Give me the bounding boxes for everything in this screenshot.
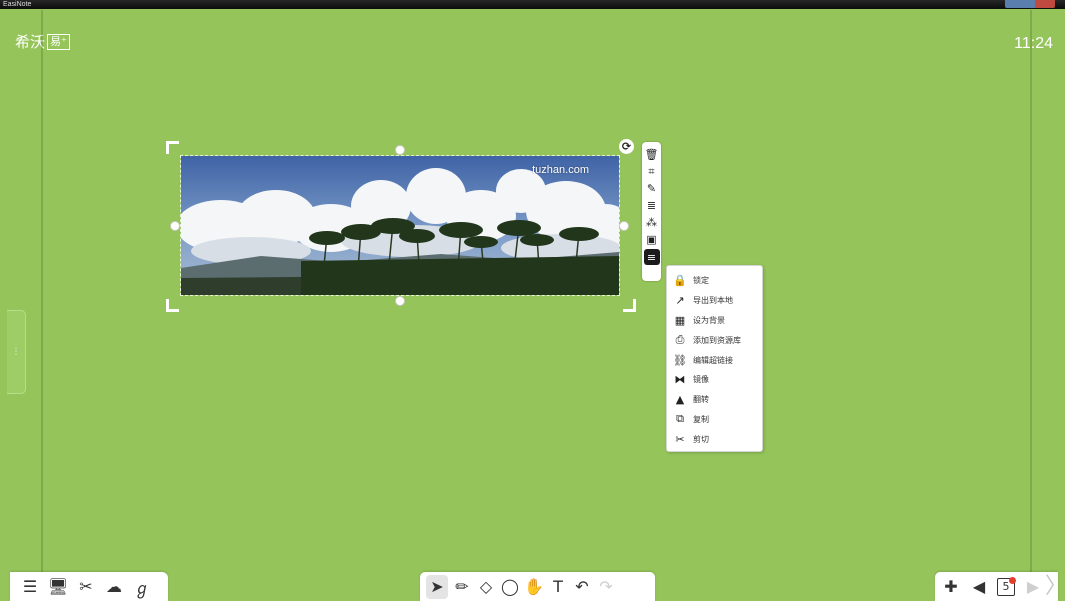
tools-icon[interactable]: ✂ [76,577,96,597]
layer-icon[interactable]: ▣ [644,231,659,248]
context-menu-label: 镜像 [693,375,709,385]
bottom-right-toolbar: ✚ ◀ 5 ▶ [935,572,1058,601]
resize-corner-bottom-left[interactable] [166,299,179,312]
window-controls[interactable] [1005,0,1055,8]
logo-box: 易⁺ [47,33,70,50]
lock-icon: 🔒 [673,274,687,288]
context-menu-label: 添加到资源库 [693,335,741,345]
edit-image-icon[interactable]: ✎ [644,180,659,197]
grip-icon: ⋮ [11,347,21,357]
cut-icon: ✂ [675,432,685,446]
cloud-icon[interactable]: ☁ [104,577,124,597]
resize-handle-bottom[interactable] [395,296,405,306]
mirror-icon: ⧓ [674,373,686,387]
context-menu-label: 锁定 [693,276,709,286]
context-menu-item[interactable]: ↗ 导出到本地 [667,291,762,311]
edit-link-icon: ⛓ [673,353,687,367]
handwriting-icon[interactable]: ℊ [132,577,152,598]
next-page-icon: ▶ [1026,577,1040,596]
context-menu-label: 翻转 [693,395,709,405]
canvas-edge-right [1030,10,1032,572]
menu-icon[interactable]: ☰ [20,577,40,597]
context-menu-item[interactable]: ▲ 翻转 [667,390,762,410]
screen-icon[interactable]: 🖥 [48,577,68,597]
app-title: EasiNote [3,1,32,8]
more-menu-icon[interactable]: ≡ [643,249,660,265]
context-menu-item[interactable]: ⧓ 镜像 [667,370,762,390]
title-bar: EasiNote [0,0,1065,9]
resize-corner-bottom-right[interactable] [623,299,636,312]
context-menu-label: 编辑超链接 [693,355,733,365]
effects-icon[interactable]: ⁂ [644,214,659,231]
shape-icon[interactable]: ◯ [500,577,520,597]
resize-handle-top[interactable] [395,145,405,155]
context-menu-item[interactable]: ▦ 设为背景 [667,311,762,331]
chevron-right-icon[interactable]: 〉 [1045,574,1065,600]
notification-dot [1009,576,1016,584]
align-icon[interactable]: ≣ [644,197,659,214]
undo-icon[interactable]: ↶ [572,577,592,597]
pen-icon[interactable]: ✏ [452,577,472,597]
copy-icon: ⧉ [676,412,684,426]
add-to-library-icon: ⎙ [675,333,685,347]
context-menu-label: 剪切 [693,434,709,444]
prev-page-icon[interactable]: ◀ [969,577,989,597]
context-menu-item[interactable]: ✂ 剪切 [667,429,762,449]
resize-corner-top-left[interactable] [166,141,179,154]
flip-icon: ▲ [675,393,685,407]
add-page-icon[interactable]: ✚ [941,577,961,597]
crop-icon[interactable]: ⌗ [644,163,659,180]
page-list-icon[interactable]: 5 [997,576,1016,596]
set-background-icon: ▦ [674,313,686,327]
resize-handle-left[interactable] [170,221,180,231]
rotate-icon[interactable]: ⟳ [619,139,634,154]
context-menu-item[interactable]: ⛓ 编辑超链接 [667,350,762,370]
bottom-left-toolbar: ☰ 🖥 ✂ ☁ ℊ [10,572,168,601]
roam-hand-icon[interactable]: ✋ [524,577,544,597]
resize-handle-right[interactable] [619,221,629,231]
context-menu-label: 复制 [693,414,709,424]
side-panel-tab[interactable]: ⋮ [7,310,26,394]
context-menu: 🔒 锁定 ↗ 导出到本地 ▦ 设为背景 ⎙ 添加到资源库 ⛓ 编辑超链接 ⧓ 镜像 ▲ 翻转 ⧉ 复制 ✂ 剪切 [666,265,763,452]
select-icon[interactable]: ➤ [426,574,448,599]
eraser-icon[interactable]: ◇ [476,577,496,597]
clock: 11:24 [1014,35,1053,52]
canvas-edge-left [41,10,43,572]
redo-icon: ↷ [599,577,613,596]
context-menu-label: 导出到本地 [693,296,733,306]
context-menu-label: 设为背景 [693,315,725,325]
context-menu-item[interactable]: ⧉ 复制 [667,410,762,430]
text-icon[interactable]: T [548,577,568,597]
delete-icon[interactable]: 🗑 [644,146,659,163]
export-icon: ↗ [675,294,685,308]
context-menu-item[interactable]: 🔒 锁定 [667,271,762,291]
object-toolbar: 🗑 ⌗ ✎ ≣ ⁂ ▣ ≡ [642,142,661,281]
selection-frame [180,155,620,296]
context-menu-item[interactable]: ⎙ 添加到资源库 [667,330,762,350]
bottom-center-toolbar: ➤ ✏ ◇ ◯ ✋ T ↶ ↷ [420,572,655,601]
